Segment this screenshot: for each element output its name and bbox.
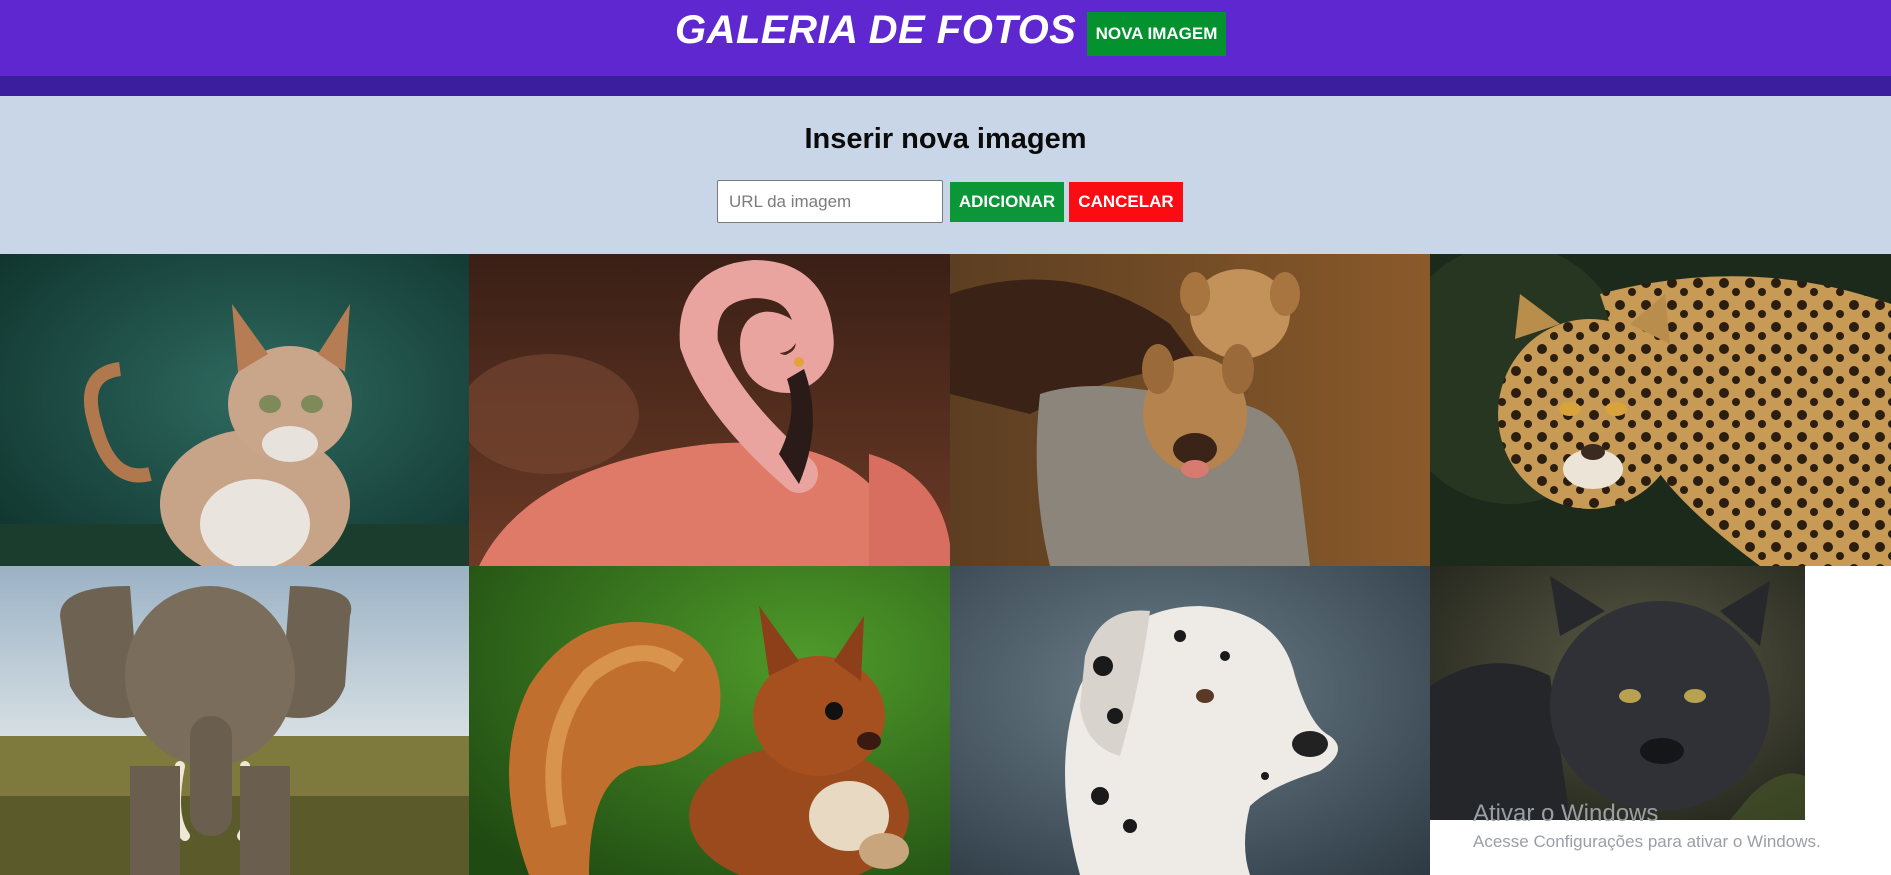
form-heading: Inserir nova imagem	[804, 123, 1087, 155]
image-url-input[interactable]	[717, 180, 943, 223]
windows-activation-watermark: Ativar o Windows Acesse Configurações pa…	[1473, 800, 1821, 852]
new-image-form: Inserir nova imagem ADICIONAR CANCELAR	[0, 96, 1891, 254]
gallery-photo-flamingo[interactable]	[469, 254, 950, 566]
gallery-photo-black-panther[interactable]	[1430, 566, 1805, 820]
watermark-title: Ativar o Windows	[1473, 800, 1659, 827]
photo-gallery	[0, 254, 1891, 875]
cancel-button[interactable]: CANCELAR	[1069, 182, 1183, 222]
watermark-subtitle: Acesse Configurações para ativar o Windo…	[1473, 832, 1821, 851]
new-image-button[interactable]: NOVA IMAGEM	[1087, 12, 1226, 56]
top-header: GALERIA DE FOTOS NOVA IMAGEM	[0, 0, 1891, 76]
site-title: GALERIA DE FOTOS	[675, 8, 1077, 52]
gallery-photo-puppies[interactable]	[950, 254, 1430, 566]
gallery-photo-dalmatian[interactable]	[950, 566, 1430, 875]
gallery-photo-elephant[interactable]	[0, 566, 469, 875]
gallery-photo-squirrel[interactable]	[469, 566, 950, 875]
header-divider	[0, 76, 1891, 96]
gallery-photo-jaguar[interactable]	[1430, 254, 1891, 566]
gallery-photo-cat[interactable]	[0, 254, 469, 566]
add-button[interactable]: ADICIONAR	[950, 182, 1064, 222]
